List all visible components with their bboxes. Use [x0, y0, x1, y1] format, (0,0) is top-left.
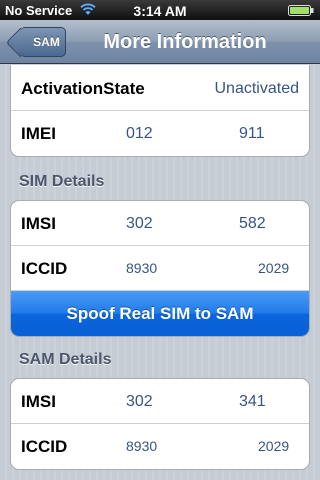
- sam-iccid-part1: 8930: [126, 438, 158, 454]
- sim-imsi-row[interactable]: IMSI 302 582: [11, 201, 309, 246]
- sim-imsi-part1: 302: [126, 215, 153, 232]
- sam-imsi-row[interactable]: IMSI 302 341: [11, 379, 309, 424]
- sim-details-group: IMSI 302 582 ICCID 8930 2029 Spoof Real …: [10, 200, 310, 337]
- activation-state-value: Unactivated: [214, 80, 300, 97]
- spoof-sim-button[interactable]: Spoof Real SIM to SAM: [11, 291, 309, 336]
- sam-iccid-label: ICCID: [21, 437, 68, 456]
- imei-value-part2: 911: [239, 125, 265, 142]
- sam-imsi-part1: 302: [126, 393, 153, 410]
- status-bar: No Service 3:14 AM: [0, 0, 320, 20]
- sim-iccid-label: ICCID: [21, 259, 68, 278]
- sam-details-group: IMSI 302 341 ICCID 8930 2029: [10, 378, 310, 470]
- sam-imsi-label: IMSI: [21, 392, 56, 411]
- sim-imsi-label: IMSI: [21, 214, 56, 233]
- activation-state-label: ActivationState: [21, 79, 145, 98]
- content-scroll[interactable]: ActivationState Unactivated IMEI 012 911…: [0, 65, 320, 480]
- sim-iccid-part2: 2029: [258, 260, 290, 276]
- sam-iccid-row[interactable]: ICCID 8930 2029: [11, 424, 309, 469]
- sim-imsi-part2: 582: [239, 215, 266, 232]
- page-title: More Information: [103, 31, 267, 53]
- imei-row[interactable]: IMEI 012 911: [11, 111, 309, 156]
- sim-iccid-row[interactable]: ICCID 8930 2029: [11, 246, 309, 291]
- sim-iccid-part1: 8930: [126, 260, 158, 276]
- back-button[interactable]: SAM: [20, 27, 66, 57]
- sam-imsi-part2: 341: [239, 393, 266, 410]
- sim-details-header: SIM Details: [19, 173, 105, 190]
- battery-icon: [288, 5, 314, 16]
- sam-iccid-part2: 2029: [258, 438, 290, 454]
- back-button-wrap[interactable]: SAM: [14, 20, 74, 64]
- sam-details-header: SAM Details: [19, 351, 112, 368]
- imei-value-part1: 012: [126, 125, 153, 142]
- clock: 3:14 AM: [133, 3, 187, 19]
- imei-label: IMEI: [21, 124, 56, 143]
- info-group: ActivationState Unactivated IMEI 012 911: [10, 65, 310, 157]
- activation-state-row[interactable]: ActivationState Unactivated: [11, 65, 309, 111]
- navigation-bar: SAM More Information: [0, 20, 320, 64]
